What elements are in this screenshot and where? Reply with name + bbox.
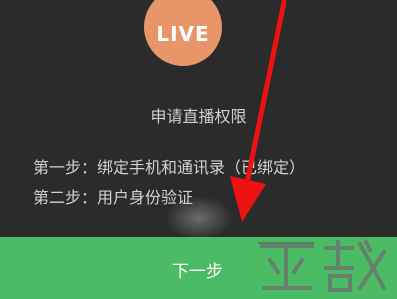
live-permission-screen: LIVE 申请直播权限 第一步：绑定手机和通讯录（已绑定） 第二步：用户身份验证… — [0, 0, 397, 299]
watermark-logo-icon — [258, 239, 387, 292]
arrow-head — [230, 176, 266, 222]
live-badge-icon: LIVE — [144, 0, 222, 66]
next-step-button-label: 下一步 — [172, 261, 223, 282]
touch-glow — [165, 196, 233, 240]
page-title: 申请直播权限 — [150, 107, 247, 126]
live-badge-label: LIVE — [156, 22, 210, 46]
step-one-text: 第一步：绑定手机和通讯录（已绑定） — [33, 158, 306, 177]
arrow-shaft — [245, 0, 287, 181]
